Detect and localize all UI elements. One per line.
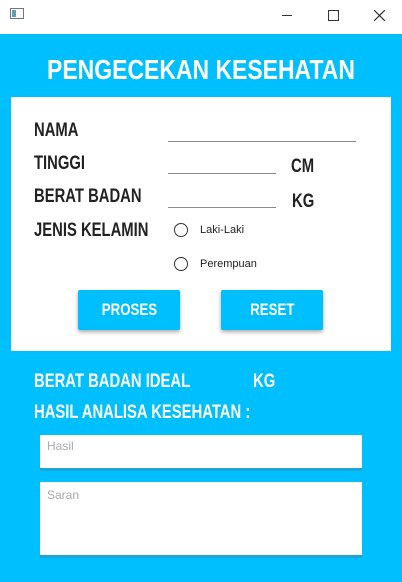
tinggi-unit: CM	[291, 156, 315, 177]
radio-perempuan[interactable]	[174, 257, 188, 271]
window-icon	[10, 8, 24, 19]
minimize-button[interactable]	[264, 0, 310, 30]
close-button[interactable]	[356, 0, 402, 30]
proses-button-label: PROSES	[101, 300, 157, 319]
proses-button[interactable]: PROSES	[78, 290, 180, 330]
maximize-button[interactable]	[310, 0, 356, 30]
jenis-kelamin-label: JENIS KELAMIN	[34, 220, 149, 241]
nama-label: NAMA	[34, 120, 79, 141]
maximize-icon	[327, 9, 339, 21]
minimize-icon	[282, 14, 292, 16]
hasil-analisa-label: HASIL ANALISA KESEHATAN :	[34, 402, 251, 423]
hasil-placeholder: Hasil	[47, 439, 74, 453]
page-title: PENGECEKAN KESEHATAN	[47, 54, 355, 85]
hasil-field[interactable]: Hasil	[40, 435, 362, 471]
berat-ideal-unit: KG	[253, 371, 276, 392]
reset-button-label: RESET	[249, 300, 295, 319]
title-bar	[0, 0, 402, 30]
tinggi-input[interactable]	[168, 153, 276, 174]
nama-input[interactable]	[168, 121, 356, 142]
saran-field[interactable]: Saran	[40, 482, 362, 558]
saran-placeholder: Saran	[47, 488, 80, 502]
radio-laki-laki-label: Laki-Laki	[200, 224, 245, 236]
berat-input[interactable]	[168, 187, 276, 208]
radio-laki-laki[interactable]	[174, 223, 188, 237]
close-icon	[373, 9, 385, 21]
tinggi-label: TINGGI	[34, 153, 86, 174]
berat-unit: KG	[292, 191, 315, 212]
berat-ideal-label: BERAT BADAN IDEAL	[34, 371, 191, 392]
radio-perempuan-label: Perempuan	[200, 258, 257, 270]
berat-label: BERAT BADAN	[34, 186, 142, 207]
reset-button[interactable]: RESET	[221, 290, 323, 330]
